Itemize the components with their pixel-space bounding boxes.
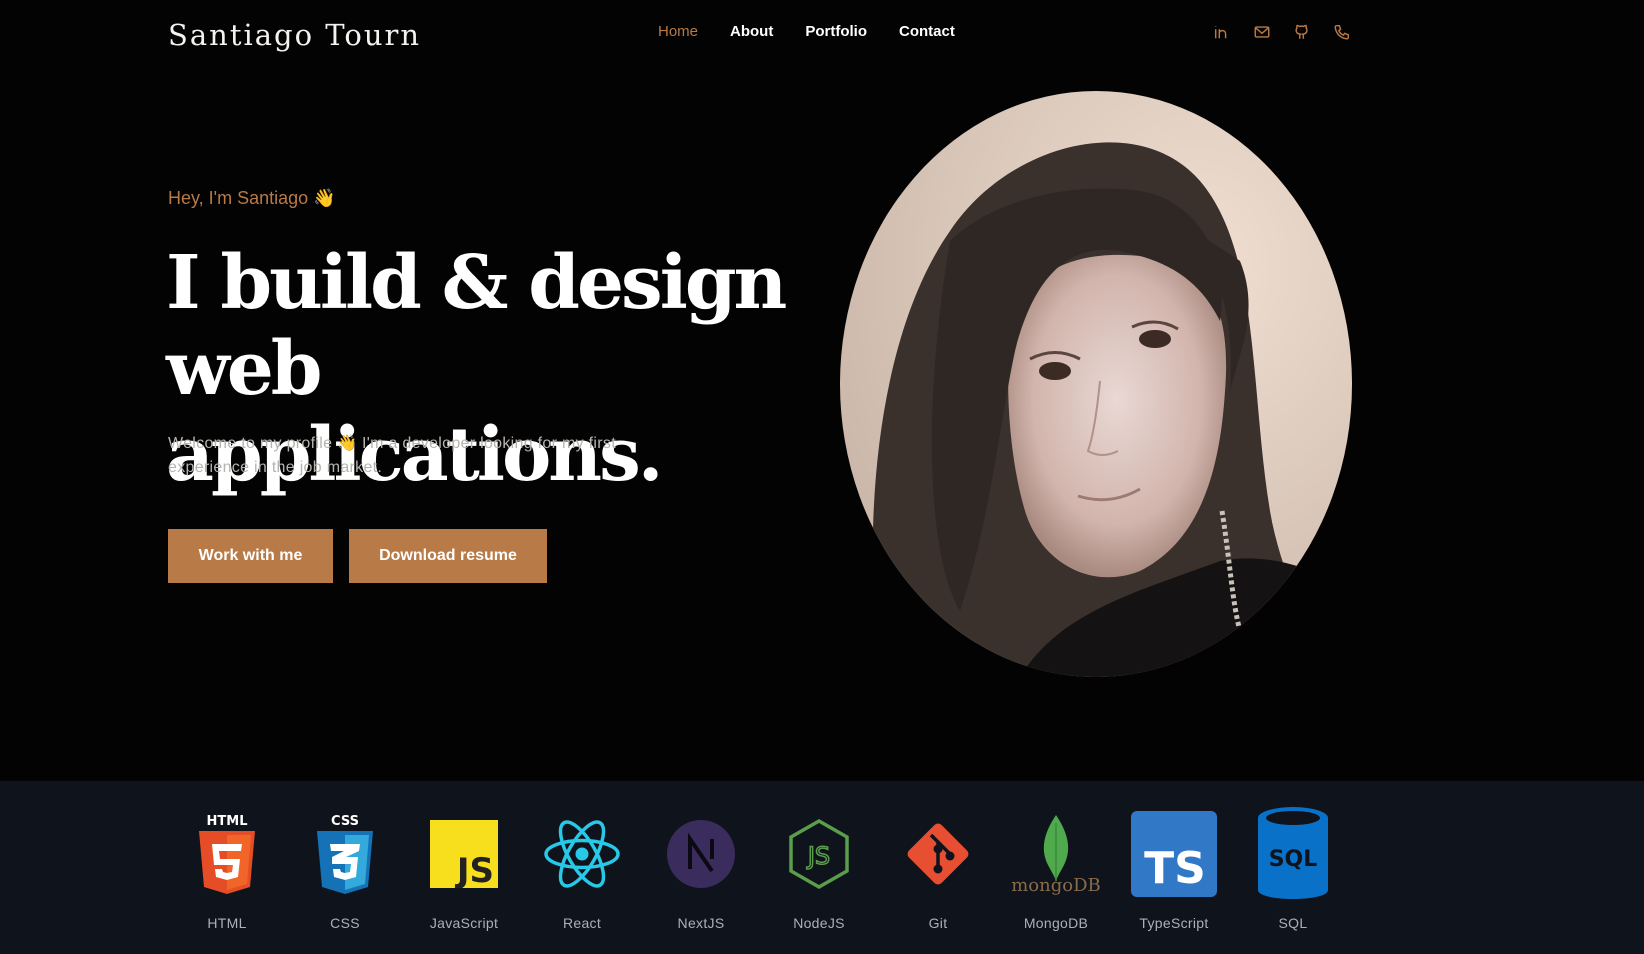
skill-label: CSS: [330, 915, 360, 931]
svg-text:TS: TS: [1144, 843, 1206, 894]
skill-label: NodeJS: [793, 915, 845, 931]
nextjs-icon: [646, 809, 756, 899]
javascript-icon: JS: [409, 809, 519, 899]
skill-label: SQL: [1278, 915, 1308, 931]
nav-home[interactable]: Home: [658, 23, 698, 40]
skills-section: HTML HTML CSS CSS JS JavaScript React Ne…: [0, 781, 1644, 954]
mongodb-wordmark: mongoDB: [1011, 874, 1101, 896]
nav-about[interactable]: About: [730, 23, 773, 40]
site-header: Santiago Tourn Home About Portfolio Cont…: [0, 0, 1644, 80]
skill-label: React: [562, 915, 602, 931]
site-logo[interactable]: Santiago Tourn: [168, 18, 421, 52]
nav-contact[interactable]: Contact: [899, 23, 955, 40]
skill-label: MongoDB: [1023, 915, 1089, 931]
skill-item: HTML HTML: [172, 809, 282, 931]
svg-text:CSS: CSS: [331, 814, 359, 829]
mail-icon[interactable]: [1252, 22, 1272, 42]
phone-icon[interactable]: [1332, 22, 1352, 42]
skill-item: Git: [883, 809, 993, 931]
html5-icon: HTML: [172, 809, 282, 899]
social-links: [1212, 22, 1352, 42]
skill-item: mongoDB MongoDB: [1001, 809, 1111, 931]
profile-photo: [840, 91, 1352, 677]
linkedin-icon[interactable]: [1212, 22, 1232, 42]
skill-item: NextJS: [646, 809, 756, 931]
skill-item: SQL SQL: [1238, 807, 1348, 931]
svg-text:JS: JS: [806, 842, 830, 870]
skill-label: Git: [928, 915, 948, 931]
skill-label: JavaScript: [429, 915, 499, 931]
skill-item: React: [527, 809, 637, 931]
hero-intro: Welcome to my profile 👋 I'm a developer …: [168, 435, 616, 476]
css3-icon: CSS: [290, 809, 400, 899]
skill-label: HTML: [207, 915, 247, 931]
git-icon: [883, 809, 993, 899]
mongodb-icon: mongoDB: [1001, 809, 1111, 899]
hero-greeting: Hey, I'm Santiago 👋: [168, 188, 336, 208]
skill-item: JS NodeJS: [764, 809, 874, 931]
skill-item: TS TypeScript: [1119, 809, 1229, 931]
svg-text:HTML: HTML: [207, 814, 248, 829]
main-nav: Home About Portfolio Contact: [658, 23, 955, 40]
nav-portfolio[interactable]: Portfolio: [805, 23, 867, 40]
svg-text:SQL: SQL: [1269, 847, 1318, 872]
work-with-me-button[interactable]: Work with me: [168, 529, 333, 583]
svg-text:JS: JS: [455, 851, 494, 888]
nodejs-icon: JS: [764, 809, 874, 899]
download-resume-button[interactable]: Download resume: [349, 529, 547, 583]
sql-icon: SQL: [1238, 807, 1348, 899]
skill-label: TypeScript: [1139, 915, 1209, 931]
typescript-icon: TS: [1119, 809, 1229, 899]
skill-item: CSS CSS: [290, 809, 400, 931]
headline-line-1: I build & design: [166, 240, 787, 326]
skill-item: JS JavaScript: [409, 809, 519, 931]
skill-label: NextJS: [677, 915, 725, 931]
github-icon[interactable]: [1292, 22, 1312, 42]
react-icon: [527, 809, 637, 899]
